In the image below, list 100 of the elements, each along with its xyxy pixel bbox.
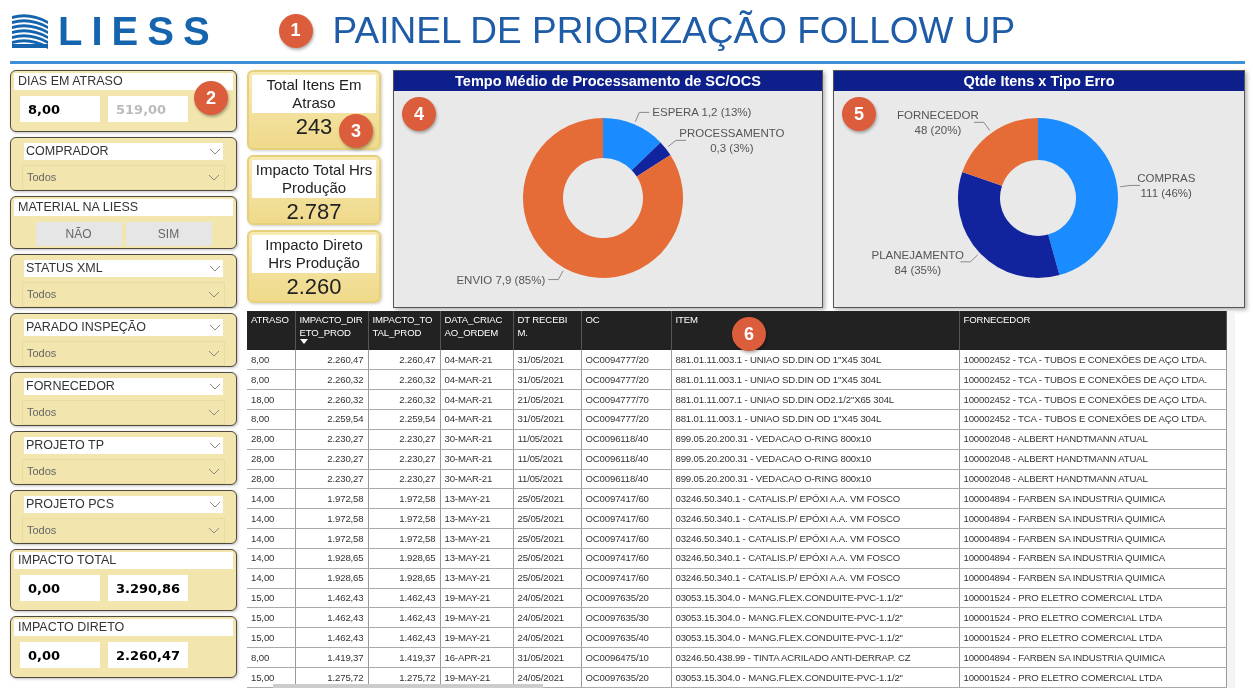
table-cell: OC0097417/60 xyxy=(581,548,671,569)
chart-title: Qtde Itens x Tipo Erro xyxy=(834,71,1244,91)
kpi-label: Impacto Total Hrs Produção xyxy=(252,160,376,198)
table-cell: 21/05/2021 xyxy=(513,389,581,410)
table-cell: 100004894 - FARBEN SA INDUSTRIA QUIMICA xyxy=(959,647,1226,668)
range-input[interactable]: 0,00 xyxy=(20,642,100,668)
dropdown-field[interactable]: Todos xyxy=(22,341,225,366)
scrollbar[interactable] xyxy=(1226,311,1235,688)
table-cell: 19-MAY-21 xyxy=(440,607,513,628)
range-input[interactable]: 3.290,86 xyxy=(108,575,188,601)
range-input[interactable]: 2.260,47 xyxy=(108,642,188,668)
kpi-value: 243 xyxy=(295,113,333,141)
table-cell: OC0097635/40 xyxy=(581,627,671,648)
table-cell: 31/05/2021 xyxy=(513,350,581,370)
table-cell: 100001524 - PRO ELETRO COMERCIAL LTDA xyxy=(959,667,1226,688)
filter-title: MATERIAL NA LIESS xyxy=(14,199,233,216)
table-cell: 19-MAY-21 xyxy=(440,588,513,608)
chevron-down-icon[interactable] xyxy=(208,349,220,357)
data-label: PROCESSAMENTO 0,3 (3%) xyxy=(679,127,785,155)
sort-icon[interactable] xyxy=(299,339,308,344)
filter-title: COMPRADOR xyxy=(26,143,109,160)
table-cell: 13-MAY-21 xyxy=(440,528,513,549)
option-button[interactable]: NÃO xyxy=(35,222,122,246)
leader-line xyxy=(1119,184,1141,188)
filter-title: IMPACTO DIRETO xyxy=(14,619,233,636)
table-cell: 100004894 - FARBEN SA INDUSTRIA QUIMICA xyxy=(959,508,1226,529)
chevron-down-icon[interactable] xyxy=(208,290,220,298)
table-cell: 1.928,65 xyxy=(295,568,368,589)
number-badge: 1 xyxy=(278,13,313,48)
table-cell: 100002452 - TCA - TUBOS E CONEXÕES DE AÇO LTDA. xyxy=(959,409,1226,430)
table-cell: 899.05.20.200.31 - VEDACAO O-RING 800x10 xyxy=(671,429,959,450)
table-cell: 1.972,58 xyxy=(295,528,368,549)
table-cell: 25/05/2021 xyxy=(513,508,581,529)
dropdown-field[interactable]: Todos xyxy=(22,282,225,307)
chevron-down-icon[interactable] xyxy=(208,526,220,534)
table-cell: OC0097417/60 xyxy=(581,508,671,529)
data-label: PLANEJAMENTO 84 (35%) xyxy=(871,248,964,276)
range-input[interactable]: 519,00 xyxy=(108,96,188,122)
chevron-down-icon[interactable] xyxy=(209,324,221,331)
chevron-down-icon[interactable] xyxy=(209,265,221,272)
table-cell: OC0096475/10 xyxy=(581,647,671,668)
chevron-down-icon[interactable] xyxy=(208,408,220,416)
scrollbar[interactable] xyxy=(273,684,543,688)
table-cell: 2.260,47 xyxy=(368,350,440,370)
table-cell: 11/05/2021 xyxy=(513,449,581,470)
table-cell: 100001524 - PRO ELETRO COMERCIAL LTDA xyxy=(959,607,1226,628)
table-cell: 1.928,65 xyxy=(368,548,440,569)
table-cell: 13-MAY-21 xyxy=(440,488,513,509)
table-cell: 1.462,43 xyxy=(295,607,368,628)
table-cell: 2.260,32 xyxy=(295,369,368,390)
table-cell: 24/05/2021 xyxy=(513,627,581,648)
table-cell: 15,00 xyxy=(247,627,295,648)
table-cell: 18,00 xyxy=(247,389,295,410)
filter-title: IMPACTO TOTAL xyxy=(14,552,233,569)
table-cell: 100004894 - FARBEN SA INDUSTRIA QUIMICA xyxy=(959,568,1226,589)
page-title: PAINEL DE PRIORIZAÇÃO FOLLOW UP xyxy=(332,12,1016,49)
table-cell: 2.230,27 xyxy=(368,449,440,470)
table-cell: 14,00 xyxy=(247,568,295,589)
table-cell: 100002048 - ALBERT HANDTMANN ATUAL xyxy=(959,429,1226,450)
dropdown-field[interactable]: Todos xyxy=(22,165,225,190)
chevron-down-icon[interactable] xyxy=(209,501,221,508)
option-button[interactable]: SIM xyxy=(125,222,212,246)
table-cell: 100002048 - ALBERT HANDTMANN ATUAL xyxy=(959,469,1226,489)
data-label: FORNECEDOR 48 (20%) xyxy=(897,109,979,137)
number-badge: 4 xyxy=(402,97,436,131)
chevron-down-icon[interactable] xyxy=(209,442,221,449)
table-cell: 1.972,58 xyxy=(295,508,368,529)
table-cell: 100002452 - TCA - TUBOS E CONEXÕES DE AÇO LTDA. xyxy=(959,369,1226,390)
table-cell: 03053.15.304.0 - MANG.FLEX.CONDUITE-PVC-1.1/2" xyxy=(671,667,959,688)
table-cell: 1.419,37 xyxy=(295,647,368,668)
kpi-value: 2.260 xyxy=(286,273,342,301)
table-cell: 1.462,43 xyxy=(368,588,440,608)
table-cell: 25/05/2021 xyxy=(513,548,581,569)
dropdown-field[interactable]: Todos xyxy=(22,459,225,484)
chevron-down-icon[interactable] xyxy=(209,383,221,390)
table-cell: 881.01.11.003.1 - UNIAO SD.DIN OD 1"X45 304L xyxy=(671,350,959,370)
range-input[interactable]: 0,00 xyxy=(20,575,100,601)
table-cell: 14,00 xyxy=(247,488,295,509)
filter-title: FORNECEDOR xyxy=(26,378,115,395)
table-cell: 28,00 xyxy=(247,469,295,489)
table-cell: 881.01.11.003.1 - UNIAO SD.DIN OD 1"X45 304L xyxy=(671,409,959,430)
range-input[interactable]: 8,00 xyxy=(20,96,100,122)
table-cell: OC0097635/30 xyxy=(581,607,671,628)
table-cell: 30-MAR-21 xyxy=(440,469,513,489)
table-cell: 15,00 xyxy=(247,607,295,628)
table-cell: 1.419,37 xyxy=(368,647,440,668)
dropdown-field[interactable]: Todos xyxy=(22,400,225,425)
table-cell: 31/05/2021 xyxy=(513,369,581,390)
dropdown-field[interactable]: Todos xyxy=(22,518,225,543)
table-cell: 8,00 xyxy=(247,409,295,430)
table-cell: 8,00 xyxy=(247,350,295,370)
chevron-down-icon[interactable] xyxy=(208,467,220,475)
table-cell: OC0096118/40 xyxy=(581,449,671,470)
table-cell: 04-MAR-21 xyxy=(440,409,513,430)
table-cell: OC0094777/70 xyxy=(581,389,671,410)
table-cell: 8,00 xyxy=(247,369,295,390)
chevron-down-icon[interactable] xyxy=(209,148,221,155)
data-label: ESPERA 1,2 (13%) xyxy=(652,106,752,119)
logo-icon xyxy=(10,12,50,49)
chevron-down-icon[interactable] xyxy=(208,173,220,181)
